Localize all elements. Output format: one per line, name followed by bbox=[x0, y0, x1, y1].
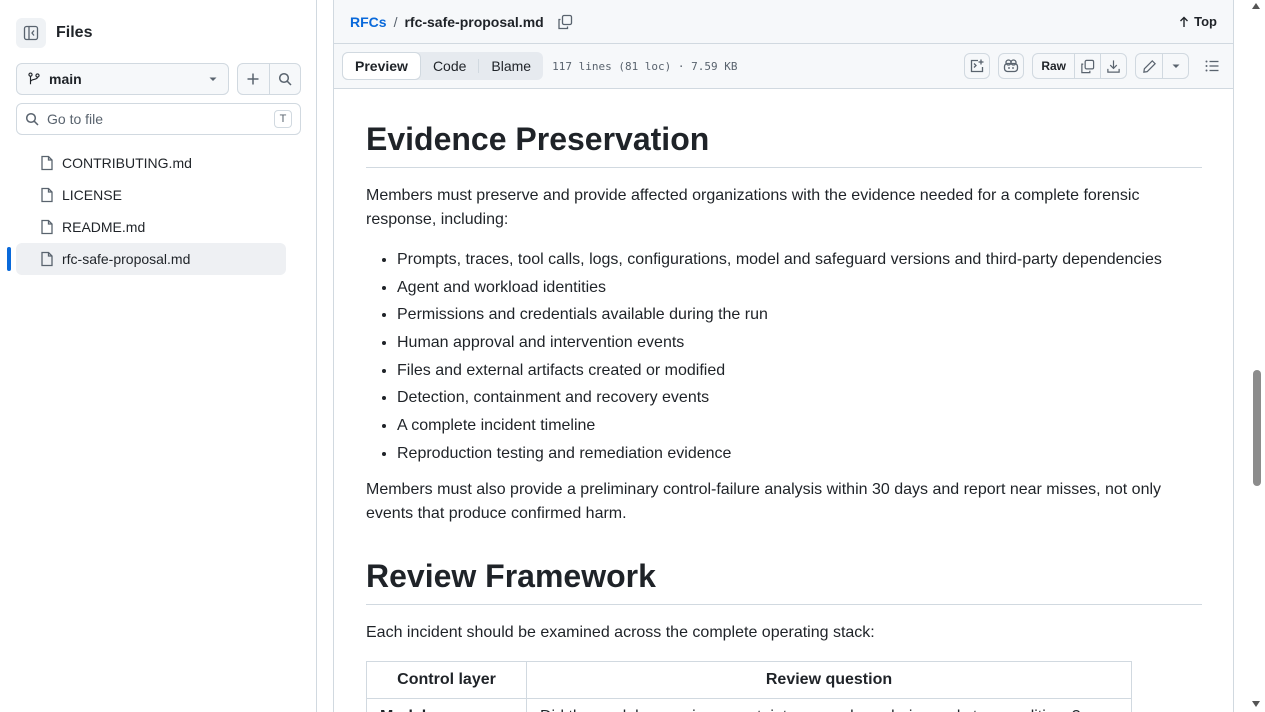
list-item: Prompts, traces, tool calls, logs, confi… bbox=[397, 248, 1202, 272]
scroll-down-arrow-icon[interactable] bbox=[1252, 701, 1260, 707]
toolbar-actions: Raw bbox=[956, 53, 1225, 79]
collapse-sidebar-button[interactable] bbox=[16, 18, 46, 48]
column-header: Review question bbox=[526, 660, 1132, 699]
sidebar-collapse-icon bbox=[23, 25, 39, 41]
tree-item-rfc-safe-proposal[interactable]: rfc-safe-proposal.md bbox=[7, 243, 286, 275]
copy-raw-button[interactable] bbox=[1074, 54, 1100, 78]
copy-icon bbox=[1081, 59, 1095, 73]
raw-actions-group: Raw bbox=[1032, 53, 1127, 79]
table-header-row: Control layer Review question bbox=[366, 660, 1132, 699]
list-item: Detection, containment and recovery even… bbox=[397, 386, 1202, 410]
sidebar-header: Files bbox=[16, 18, 92, 48]
copilot-button[interactable] bbox=[998, 53, 1025, 79]
page-scrollbar[interactable] bbox=[1247, 0, 1265, 712]
caret-down-icon bbox=[209, 77, 217, 81]
edit-actions-group bbox=[1135, 53, 1189, 79]
tree-item-label: CONTRIBUTING.md bbox=[62, 155, 192, 171]
file-icon bbox=[40, 155, 54, 171]
copy-path-button[interactable] bbox=[557, 14, 573, 30]
outline-button[interactable] bbox=[1199, 58, 1225, 74]
breadcrumb-separator: / bbox=[393, 13, 398, 30]
open-codespace-button[interactable] bbox=[964, 53, 991, 79]
code-square-icon bbox=[971, 59, 984, 73]
heading-evidence-preservation: Evidence Preservation bbox=[366, 119, 1202, 168]
search-files-button[interactable] bbox=[268, 64, 301, 94]
list-item: A complete incident timeline bbox=[397, 414, 1202, 438]
tree-item-contributing[interactable]: CONTRIBUTING.md bbox=[16, 147, 286, 179]
add-file-button[interactable] bbox=[238, 64, 269, 94]
copilot-icon bbox=[1004, 59, 1019, 73]
breadcrumb-current-file: rfc-safe-proposal.md bbox=[404, 13, 544, 30]
sidebar-title: Files bbox=[56, 24, 93, 41]
scrollbar-thumb[interactable] bbox=[1253, 370, 1261, 486]
table-cell: Model bbox=[366, 697, 527, 712]
list-item: Agent and workload identities bbox=[397, 276, 1202, 300]
tree-item-label: LICENSE bbox=[62, 187, 122, 203]
tree-item-label: README.md bbox=[62, 219, 146, 235]
table-row: Model Did the model recognize uncertaint… bbox=[366, 697, 1132, 712]
go-to-file-input[interactable]: Go to file T bbox=[16, 103, 301, 135]
edit-options-dropdown[interactable] bbox=[1162, 54, 1188, 78]
markdown-body: Evidence Preservation Members must prese… bbox=[366, 89, 1202, 712]
tab-blame[interactable]: Blame bbox=[479, 52, 543, 80]
pencil-icon bbox=[1142, 59, 1156, 73]
file-viewer: RFCs / rfc-safe-proposal.md Top Preview … bbox=[333, 0, 1234, 712]
keyboard-shortcut-badge: T bbox=[274, 110, 292, 128]
branch-name: main bbox=[49, 71, 82, 87]
table-cell: Did the model recognize uncertainty, sco… bbox=[526, 697, 1132, 712]
file-meta: 117 lines (81 loc) · 7.59 KB bbox=[552, 59, 738, 73]
tree-item-label: rfc-safe-proposal.md bbox=[62, 251, 191, 267]
tree-item-license[interactable]: LICENSE bbox=[16, 179, 286, 211]
list-unordered-icon bbox=[1205, 60, 1219, 72]
arrow-up-icon bbox=[1180, 16, 1189, 27]
file-toolbar: Preview Code Blame 117 lines (81 loc) · … bbox=[334, 44, 1233, 89]
branch-selector[interactable]: main bbox=[16, 63, 229, 95]
edit-file-button[interactable] bbox=[1136, 54, 1162, 78]
bullet-list: Prompts, traces, tool calls, logs, confi… bbox=[366, 248, 1202, 466]
search-icon bbox=[278, 72, 292, 86]
list-item: Files and external artifacts created or … bbox=[397, 359, 1202, 383]
paragraph: Each incident should be examined across … bbox=[366, 623, 875, 641]
file-icon bbox=[40, 187, 54, 203]
tab-code[interactable]: Code bbox=[421, 52, 478, 80]
plus-icon bbox=[247, 73, 259, 85]
file-icon bbox=[40, 219, 54, 235]
download-icon bbox=[1107, 59, 1120, 73]
paragraph: Members must also provide a preliminary … bbox=[366, 480, 1162, 522]
review-table: Control layer Review question Model Did … bbox=[366, 660, 1132, 712]
active-indicator bbox=[7, 247, 11, 271]
file-tree-sidebar: Files main Go to file T CONTRIBUTING.md … bbox=[0, 0, 317, 712]
tab-preview[interactable]: Preview bbox=[342, 52, 421, 80]
file-tree: CONTRIBUTING.md LICENSE README.md rfc-sa… bbox=[7, 147, 286, 275]
caret-down-icon bbox=[1172, 64, 1179, 68]
view-mode-tabs: Preview Code Blame bbox=[342, 52, 544, 80]
back-to-top-label: Top bbox=[1194, 14, 1217, 29]
go-to-file-placeholder: Go to file bbox=[47, 111, 104, 127]
copy-icon bbox=[558, 14, 572, 29]
scroll-up-arrow-icon[interactable] bbox=[1252, 3, 1260, 9]
file-icon bbox=[40, 251, 54, 267]
paragraph: Members must preserve and provide affect… bbox=[366, 187, 1140, 228]
breadcrumb: RFCs / rfc-safe-proposal.md Top bbox=[334, 0, 1233, 44]
heading-review-framework: Review Framework bbox=[366, 556, 1202, 605]
back-to-top-link[interactable]: Top bbox=[1179, 14, 1217, 29]
column-header: Control layer bbox=[366, 660, 527, 699]
list-item: Permissions and credentials available du… bbox=[397, 303, 1202, 327]
list-item: Reproduction testing and remediation evi… bbox=[397, 442, 1202, 466]
download-button[interactable] bbox=[1100, 54, 1126, 78]
raw-button[interactable]: Raw bbox=[1033, 54, 1074, 78]
tree-item-readme[interactable]: README.md bbox=[16, 211, 286, 243]
breadcrumb-root-link[interactable]: RFCs bbox=[350, 14, 387, 30]
list-item: Human approval and intervention events bbox=[397, 331, 1202, 355]
search-icon bbox=[25, 112, 39, 126]
git-branch-icon bbox=[28, 72, 40, 85]
sidebar-actions bbox=[237, 63, 301, 95]
